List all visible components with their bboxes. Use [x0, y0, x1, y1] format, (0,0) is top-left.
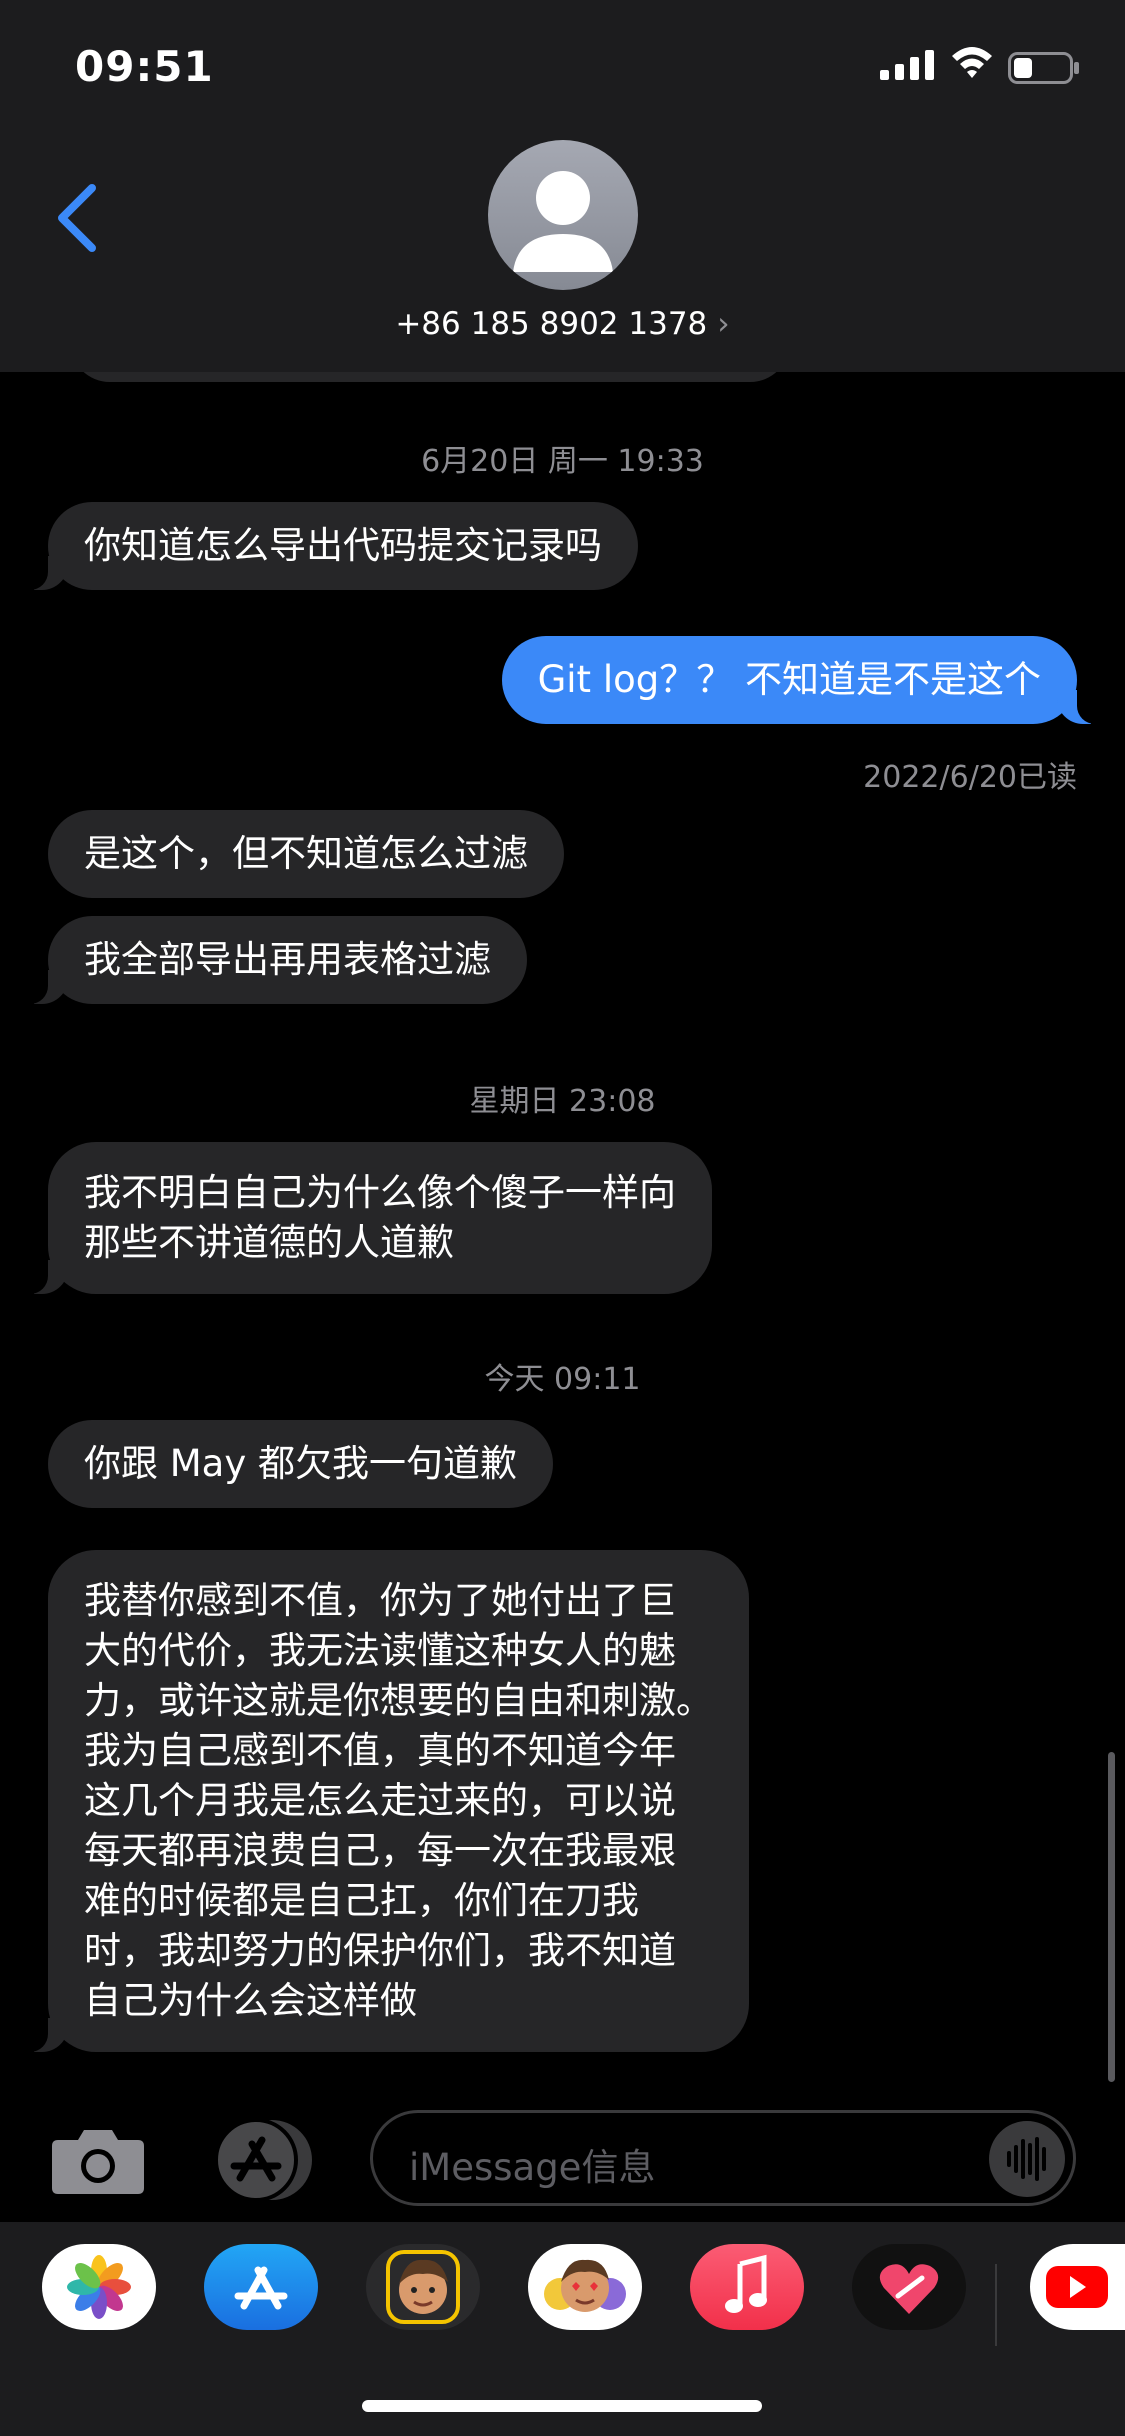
heart-icon: [879, 2264, 939, 2314]
message-bubble-incoming[interactable]: 我全部导出再用表格过滤: [22, 916, 527, 1004]
photos-icon: [67, 2255, 131, 2319]
conversation-header: 09:51 +86 185 8902 1378 ›: [0, 0, 1125, 372]
waveform-icon: [1007, 2137, 1046, 2181]
app-store-app-icon[interactable]: [204, 2244, 318, 2330]
timestamp: 星期日 23:08: [469, 1084, 656, 1119]
home-indicator[interactable]: [362, 2400, 762, 2412]
message-bubble-incoming[interactable]: 你知道怎么导出代码提交记录吗: [22, 502, 638, 590]
scroll-indicator[interactable]: [1108, 1752, 1115, 2082]
app-store-icon: [234, 2266, 288, 2310]
message-input-placeholder: iMessage信息: [409, 2146, 656, 2189]
wifi-icon: [952, 47, 992, 78]
message-bubble-incoming[interactable]: 我替你感到不值，你为了她付出了巨 大的代价，我无法读懂这种女人的魅 力，或许这就…: [22, 1550, 749, 2052]
memoji-stickers-icon: [544, 2259, 626, 2312]
contact-name-text: +86 185 8902 1378: [395, 306, 708, 342]
app-store-button[interactable]: [210, 2116, 318, 2204]
chevron-right-icon: ›: [717, 306, 730, 342]
music-note-icon: [725, 2254, 767, 2313]
battery-icon: [1008, 52, 1079, 84]
signal-icon: [880, 50, 934, 80]
contact-avatar[interactable]: [488, 140, 638, 290]
drawer-divider: [995, 2264, 997, 2346]
status-time: 09:51: [75, 42, 214, 91]
camera-button[interactable]: [50, 2124, 146, 2196]
audio-message-button[interactable]: [989, 2121, 1065, 2197]
memoji-app-icon[interactable]: [366, 2244, 480, 2330]
photos-app-icon[interactable]: [42, 2244, 156, 2330]
youtube-icon: [1046, 2266, 1108, 2308]
message-bubble-incoming[interactable]: 你跟 May 都欠我一句道歉: [48, 1420, 554, 1508]
music-app-icon[interactable]: [690, 2244, 804, 2330]
message-bubble-outgoing[interactable]: Git log？？ 不知道是不是这个: [501, 636, 1104, 724]
contact-name[interactable]: +86 185 8902 1378 ›: [0, 306, 1125, 342]
memoji-icon: [386, 2250, 460, 2324]
memoji-stickers-app-icon[interactable]: [528, 2244, 642, 2330]
person-icon: [513, 171, 613, 272]
message-input[interactable]: iMessage信息: [370, 2110, 1076, 2206]
timestamp: 6月20日 周一 19:33: [421, 444, 704, 479]
message-bubble-incoming[interactable]: 我不明白自己为什么像个傻子一样向 那些不讲道德的人道歉: [22, 1142, 712, 1294]
read-receipt: 2022/6/20已读: [863, 760, 1077, 795]
youtube-app-icon[interactable]: [1030, 2244, 1125, 2330]
back-button[interactable]: [48, 178, 108, 258]
timestamp: 今天 09:11: [484, 1362, 641, 1397]
digital-touch-app-icon[interactable]: [852, 2244, 966, 2330]
message-bubble-incoming[interactable]: 是这个，但不知道怎么过滤: [48, 810, 564, 898]
